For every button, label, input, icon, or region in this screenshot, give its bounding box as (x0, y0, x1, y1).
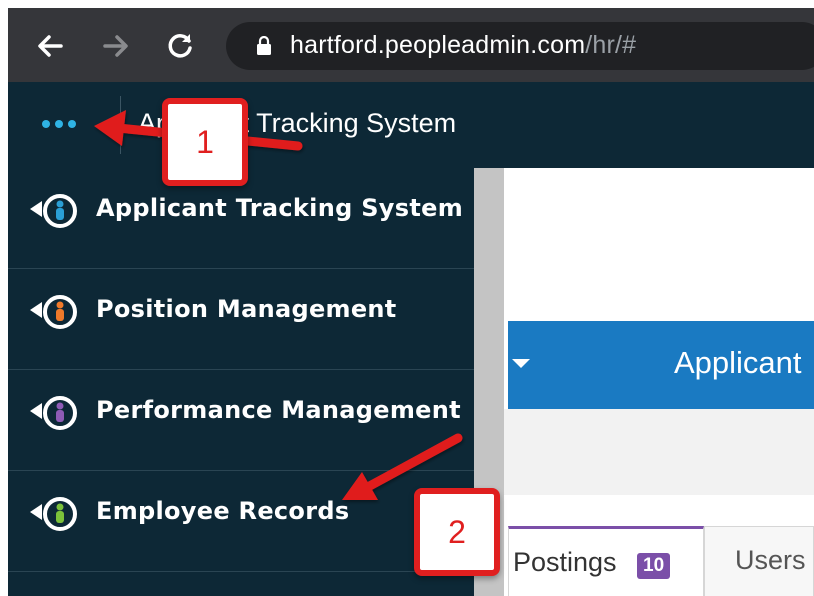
tab-users[interactable]: Users (704, 526, 814, 596)
main-content: Applicant Postings 10 Users (504, 168, 814, 596)
sidebar-item-label: Position Management (96, 295, 397, 323)
app-menu-dots-icon[interactable] (42, 120, 76, 128)
back-arrow-icon (38, 35, 63, 57)
url-path: /hr/# (585, 31, 637, 59)
browser-toolbar: hartford.peopleadmin.com/hr/# (8, 8, 814, 82)
sidebar-item-label: Performance Management (96, 396, 461, 424)
sidebar-item-performance-management[interactable]: Performance Management (8, 370, 474, 471)
person-cycle-icon (30, 295, 77, 329)
app-header: Applicant Tracking System (8, 82, 814, 168)
sidebar-item-label: Employee Records (96, 497, 350, 525)
url-host: hartford.peopleadmin.com (290, 31, 586, 59)
product-switcher-menu: Applicant Tracking System Position Manag… (8, 168, 474, 596)
callout-1: 1 (162, 98, 248, 186)
reload-icon (168, 34, 192, 58)
person-cycle-icon (30, 497, 77, 531)
tab-label: Users (735, 545, 806, 575)
tab-label: Postings (513, 547, 617, 577)
sidebar-item-position-management[interactable]: Position Management (8, 269, 474, 370)
person-cycle-icon (30, 396, 77, 430)
person-cycle-icon (30, 194, 77, 228)
address-bar[interactable]: hartford.peopleadmin.com/hr/# (226, 22, 814, 70)
chevron-down-icon[interactable] (512, 359, 530, 368)
lock-icon (257, 36, 271, 55)
module-banner[interactable]: Applicant (508, 321, 814, 409)
sidebar-item-label: Applicant Tracking System (96, 194, 463, 222)
sidebar-item-employee-records[interactable]: Employee Records (8, 471, 474, 572)
content-band (504, 409, 814, 495)
forward-arrow-icon (103, 35, 128, 57)
url-text: hartford.peopleadmin.com/hr/# (290, 31, 636, 60)
count-badge: 10 (637, 553, 671, 579)
forward-button[interactable] (96, 26, 136, 66)
reload-button[interactable] (160, 26, 200, 66)
header-divider (120, 96, 121, 154)
back-button[interactable] (30, 26, 70, 66)
tab-postings[interactable]: Postings 10 (508, 526, 704, 596)
banner-title: Applicant (674, 345, 802, 380)
callout-2: 2 (414, 488, 500, 576)
